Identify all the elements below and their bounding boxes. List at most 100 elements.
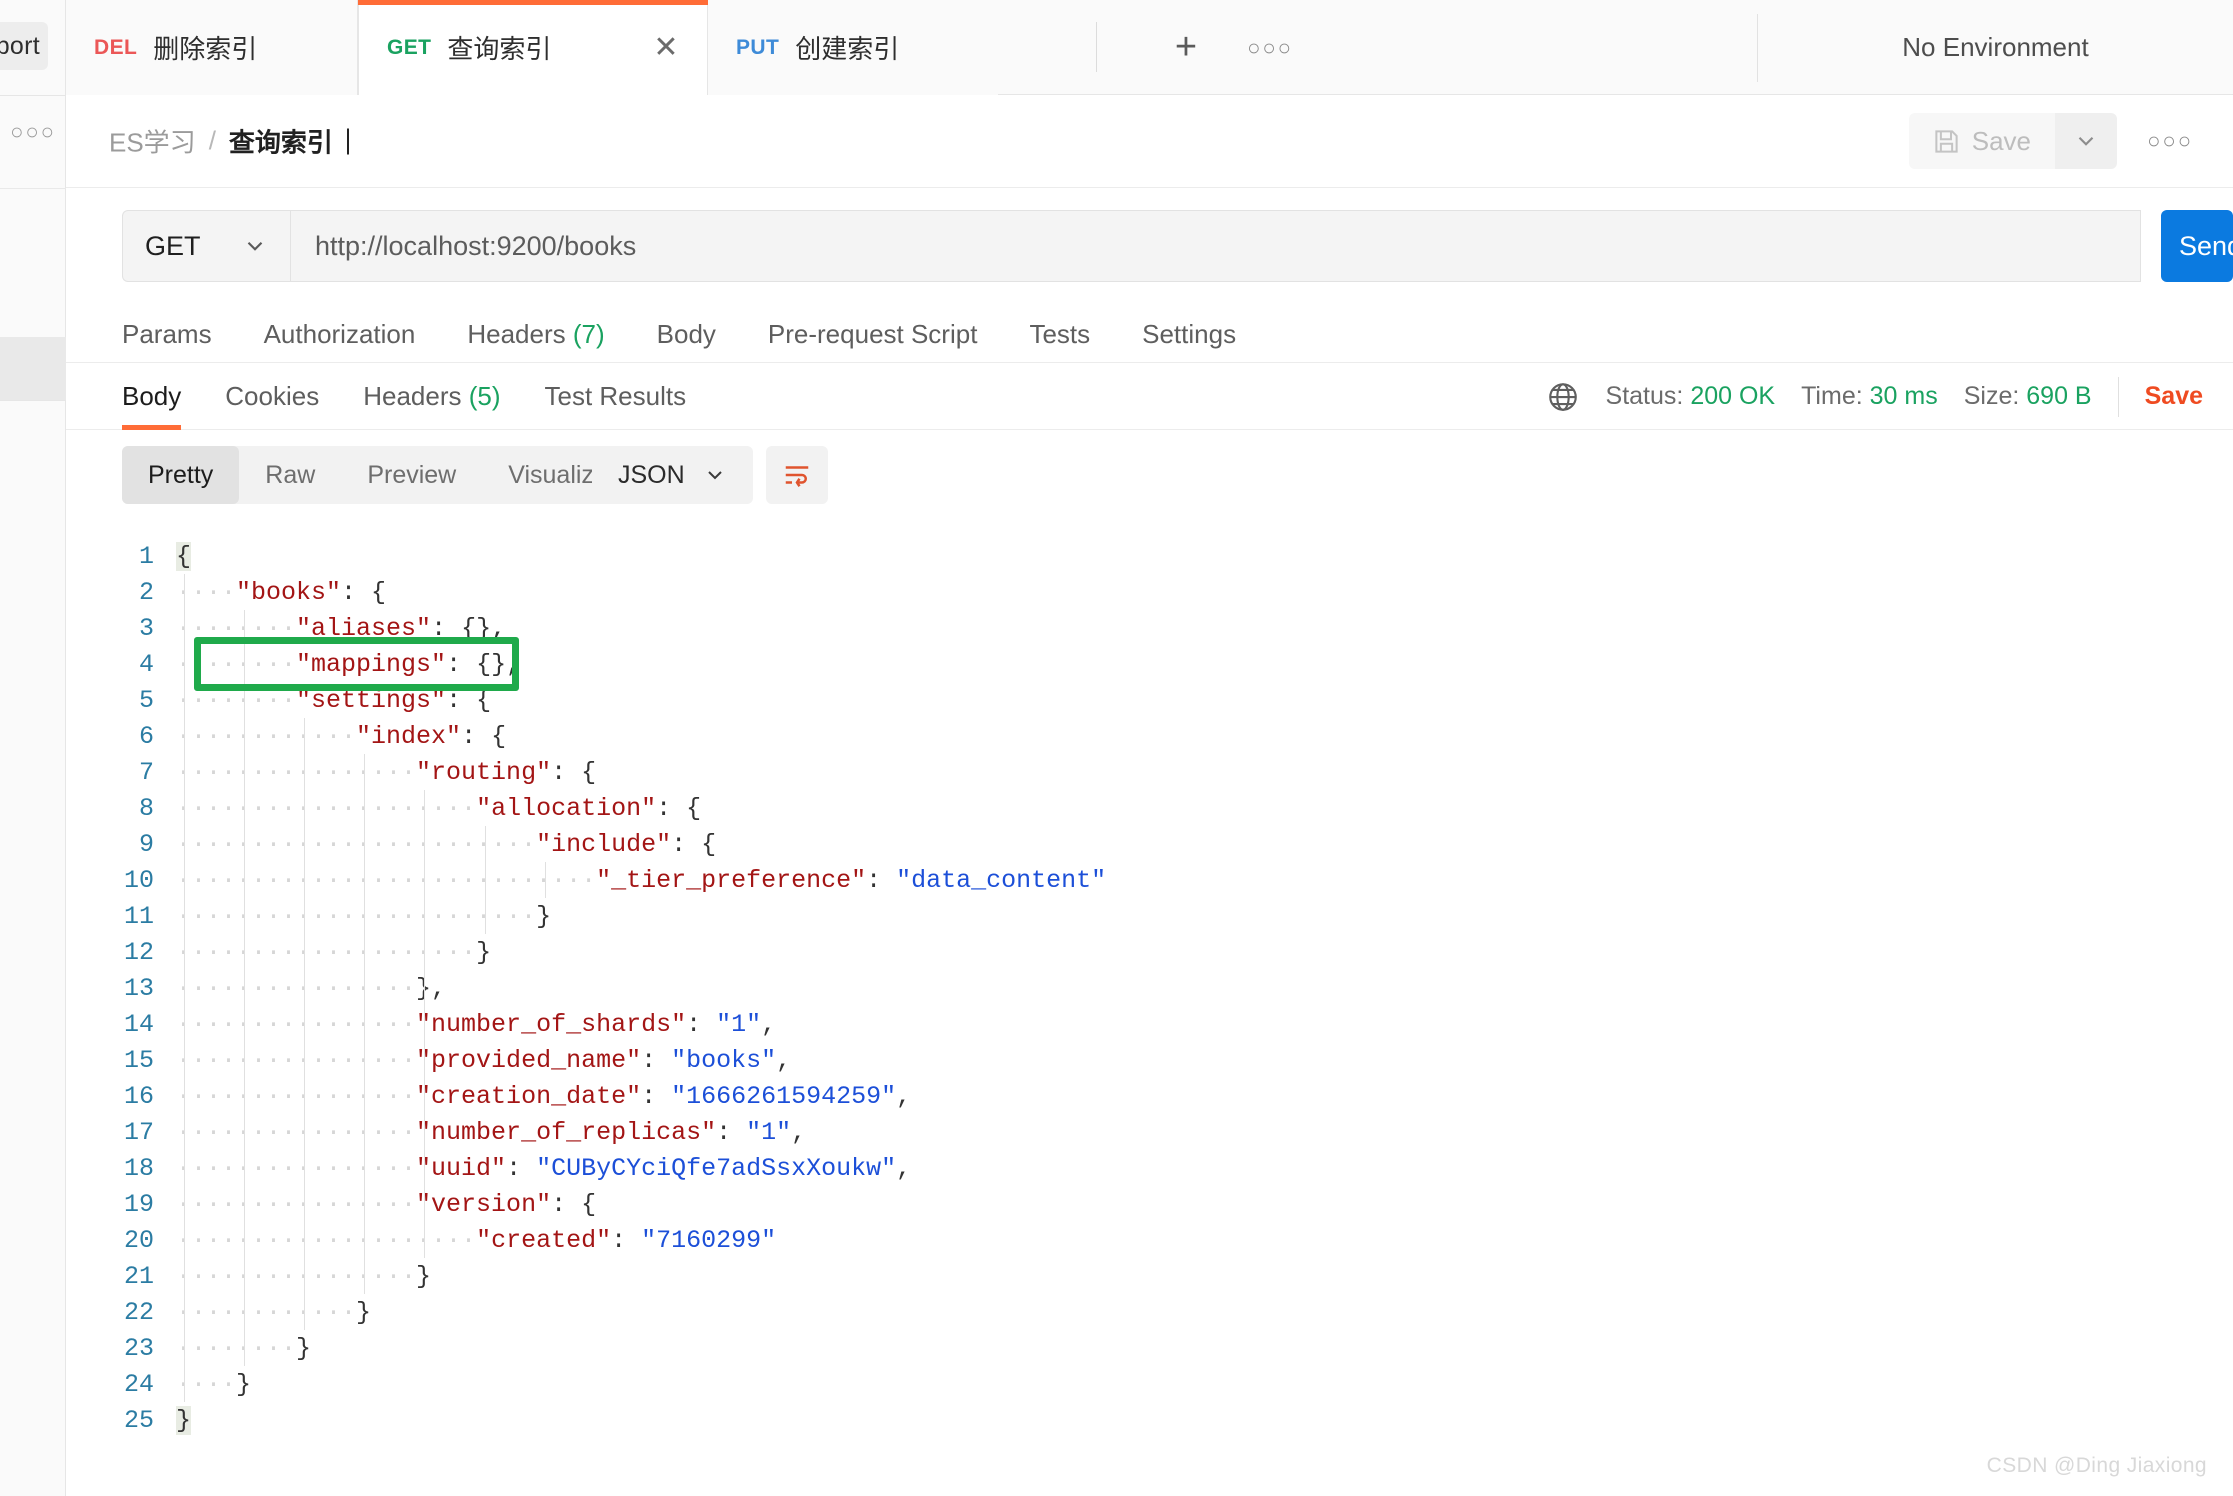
code-token: } (236, 1369, 252, 1399)
save-response-button[interactable]: Save (2145, 382, 2203, 411)
tab-pre-request-script[interactable]: Pre-request Script (742, 319, 1004, 350)
indent-guide (484, 826, 486, 934)
tab-headers[interactable]: Headers (7) (441, 319, 630, 350)
tabstrip-more-icon[interactable]: ○○○ (1246, 30, 1294, 66)
code-token: "number_of_shards" (416, 1009, 687, 1039)
code-token: "uuid" (416, 1153, 507, 1183)
code-token: "index" (356, 721, 462, 751)
code-text: ················"number_of_shards": "1", (176, 1010, 776, 1039)
plus-icon[interactable]: + (1166, 28, 1206, 68)
line-number: 14 (123, 1009, 154, 1039)
view-mode-raw[interactable]: Raw (239, 446, 341, 504)
response-body-viewer[interactable]: 1{2 ····"books": {3 ········"aliases": {},… (66, 520, 2233, 1496)
code-token: "number_of_replicas" (416, 1117, 717, 1147)
request-tab-del[interactable]: DEL 删除索引 (66, 0, 358, 95)
import-button[interactable]: Import (0, 22, 48, 70)
code-token: : (506, 1153, 537, 1183)
code-token: "1" (716, 1009, 762, 1039)
tab-method-label: PUT (736, 35, 780, 59)
tab-settings[interactable]: Settings (1116, 319, 1262, 350)
tab-method-label: DEL (94, 35, 138, 59)
tab-body[interactable]: Body (631, 319, 742, 350)
code-line: 16 ················"creation_date": "1666… (66, 1078, 2233, 1114)
tab-label: Headers (467, 318, 566, 349)
code-token: "CUByCYciQfe7adSsxXoukw" (536, 1153, 897, 1183)
tab-title: 创建索引 (795, 34, 900, 64)
send-button[interactable]: Send (2161, 210, 2233, 282)
code-line: 4 ········"mappings": {}, (66, 646, 2233, 682)
code-token: : { (551, 757, 597, 787)
watermark: CSDN @Ding Jiaxiong (1986, 1454, 2207, 1477)
code-token: } (536, 901, 552, 931)
tab-params[interactable]: Params (122, 319, 238, 350)
code-text: ············} (176, 1298, 371, 1327)
status-label: Status: (1605, 382, 1684, 410)
tab-tests[interactable]: Tests (1003, 319, 1116, 350)
indent-dots: ···················· (176, 793, 477, 823)
response-tab-headers[interactable]: Headers (5) (341, 363, 522, 430)
view-mode-pretty[interactable]: Pretty (122, 446, 240, 504)
indent-dots: ···· (176, 1369, 237, 1399)
save-options-button[interactable] (2055, 113, 2117, 169)
save-label: Save (1971, 125, 2031, 156)
line-number: 20 (123, 1225, 154, 1255)
line-number: 9 (138, 829, 154, 859)
rail-more-icon[interactable]: ○○○ (0, 112, 66, 152)
request-more-icon[interactable]: ○○○ (2147, 128, 2193, 154)
code-token: "7160299" (641, 1225, 777, 1255)
wrap-lines-button[interactable] (766, 446, 828, 504)
code-token: "books" (236, 577, 342, 607)
request-tab-put[interactable]: PUT 创建索引 (708, 0, 998, 95)
breadcrumb-separator: / (208, 125, 216, 156)
code-token: , (896, 1081, 912, 1111)
request-tab-get[interactable]: GET 查询索引 ✕ (358, 0, 708, 95)
indent-dots: ········ (176, 649, 297, 679)
format-selector[interactable]: JSON (592, 446, 753, 504)
code-token: "books" (671, 1045, 777, 1075)
line-number: 5 (138, 685, 154, 715)
rail-selected-block[interactable] (0, 337, 66, 400)
response-tab-test-results[interactable]: Test Results (523, 363, 709, 430)
tab-label: Headers (363, 381, 462, 411)
code-text: ················"routing": { (176, 758, 596, 787)
close-icon[interactable]: ✕ (651, 32, 681, 63)
code-token: , (761, 1009, 777, 1039)
tab-method-label: GET (387, 35, 432, 59)
globe-icon[interactable] (1546, 380, 1580, 414)
response-tab-cookies[interactable]: Cookies (203, 363, 341, 430)
line-number: 12 (123, 937, 154, 967)
code-line: 17 ················"number_of_replicas": … (66, 1114, 2233, 1150)
tab-authorization[interactable]: Authorization (238, 319, 442, 350)
response-tab-body[interactable]: Body (122, 363, 203, 430)
code-text: ····················} (176, 938, 491, 967)
save-button[interactable]: Save (1908, 113, 2055, 169)
code-text: ················}, (176, 974, 446, 1003)
chevron-down-icon (2078, 136, 2094, 146)
code-token: "creation_date" (416, 1081, 642, 1111)
page-title[interactable]: 查询索引 (229, 123, 333, 160)
code-text: ················"number_of_replicas": "1… (176, 1118, 806, 1147)
code-line: 6 ············"index": { (66, 718, 2233, 754)
breadcrumb-collection[interactable]: ES学习 (109, 123, 196, 160)
code-token: "created" (476, 1225, 612, 1255)
environment-selector[interactable]: No Environment (1758, 0, 2233, 95)
text-cursor (346, 128, 349, 154)
code-token: : (866, 865, 897, 895)
code-line: 5 ········"settings": { (66, 682, 2233, 718)
code-line: 22 ············} (66, 1294, 2233, 1330)
code-text: ················"uuid": "CUByCYciQfe7adS… (176, 1154, 911, 1183)
postman-window: Import ○○○ DEL 删除索引 GET 查询索引 ✕ PUT 创建索引 … (0, 0, 2233, 1496)
line-number: 1 (138, 541, 154, 571)
tab-label: Params (122, 318, 212, 349)
code-token: : { (671, 829, 717, 859)
url-input[interactable]: http://localhost:9200/books (290, 210, 2141, 282)
method-selector[interactable]: GET (122, 210, 290, 282)
line-number: 21 (123, 1261, 154, 1291)
code-token: "1666261594259" (671, 1081, 897, 1111)
view-mode-preview[interactable]: Preview (341, 446, 482, 504)
tab-title: 查询索引 (447, 34, 552, 64)
tab-label: Body (656, 318, 716, 349)
breadcrumb: ES学习 / 查询索引 (109, 123, 349, 160)
code-text: ····} (176, 1370, 251, 1399)
code-line: 9 ························"include": { (66, 826, 2233, 862)
